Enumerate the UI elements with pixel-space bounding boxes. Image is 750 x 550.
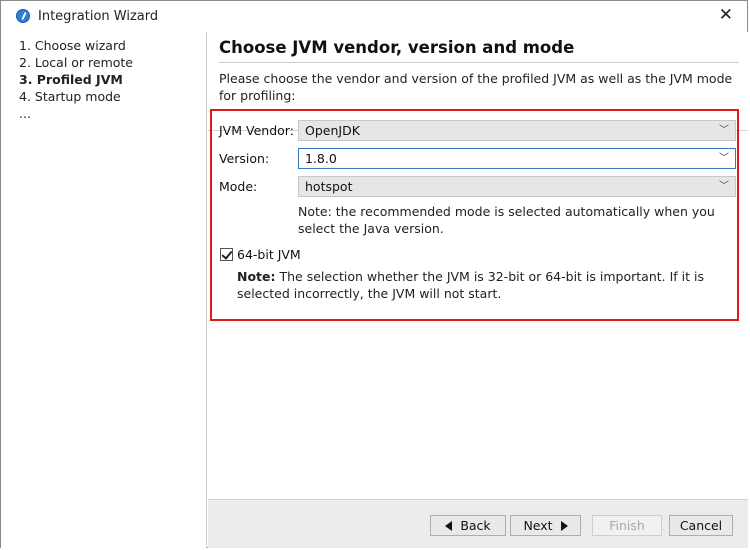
version-label: Version: <box>219 151 270 166</box>
arrow-right-icon <box>560 521 568 531</box>
back-button[interactable]: Back <box>430 515 506 536</box>
bit-note-text: The selection whether the JVM is 32-bit … <box>237 269 704 301</box>
close-icon[interactable]: ✕ <box>719 5 733 25</box>
window-title: Integration Wizard <box>38 9 159 24</box>
jvm-vendor-label: JVM Vendor: <box>219 123 294 138</box>
64-bit-jvm-label: 64-bit JVM <box>237 247 301 262</box>
mode-select[interactable]: hotspot ﹀ <box>298 176 736 197</box>
header-divider <box>219 62 739 63</box>
version-select[interactable]: 1.8.0 ﹀ <box>298 148 736 169</box>
step-profiled-jvm: 3. Profiled JVM <box>19 72 123 87</box>
step-more: ... <box>19 106 31 121</box>
steps-list: 1. Choose wizard 2. Local or remote 3. P… <box>19 37 133 122</box>
arrow-left-icon <box>445 521 453 531</box>
mode-label: Mode: <box>219 179 258 194</box>
wizard-steps-sidebar: 1. Choose wizard 2. Local or remote 3. P… <box>1 32 207 548</box>
mode-note: Note: the recommended mode is selected a… <box>298 204 715 236</box>
jvm-vendor-select[interactable]: OpenJDK ﹀ <box>298 120 736 141</box>
jvm-settings-content: JVM Vendor: OpenJDK ﹀ Version: 1.8.0 ﹀ M… <box>208 109 748 499</box>
jvm-vendor-value: OpenJDK <box>305 123 360 138</box>
step-startup-mode: 4. Startup mode <box>19 89 121 104</box>
next-button[interactable]: Next <box>510 515 581 536</box>
chevron-down-icon: ﹀ <box>719 153 729 164</box>
step-choose-wizard: 1. Choose wizard <box>19 38 126 53</box>
integration-wizard-window: Integration Wizard ✕ 1. Choose wizard 2.… <box>0 0 748 548</box>
back-label: Back <box>460 518 491 533</box>
title-bar: Integration Wizard ✕ <box>1 1 747 32</box>
cancel-button[interactable]: Cancel <box>669 515 733 536</box>
finish-button[interactable]: Finish <box>592 515 662 536</box>
app-icon <box>16 9 30 23</box>
page-description: Please choose the vendor and version of … <box>219 71 733 103</box>
step-local-or-remote: 2. Local or remote <box>19 55 134 70</box>
version-value: 1.8.0 <box>305 151 337 166</box>
bit-note-bold: Note: <box>237 269 276 284</box>
mode-value: hotspot <box>305 179 353 194</box>
page-title: Choose JVM vendor, version and mode <box>219 38 575 57</box>
64-bit-jvm-checkbox[interactable] <box>220 248 233 261</box>
button-bar: Back Next Finish Cancel <box>208 499 748 548</box>
wizard-main-panel: Choose JVM vendor, version and mode Plea… <box>208 32 748 548</box>
chevron-down-icon: ﹀ <box>719 125 729 136</box>
next-label: Next <box>523 518 553 533</box>
chevron-down-icon: ﹀ <box>719 181 729 192</box>
bit-note: Note: The selection whether the JVM is 3… <box>237 268 733 302</box>
